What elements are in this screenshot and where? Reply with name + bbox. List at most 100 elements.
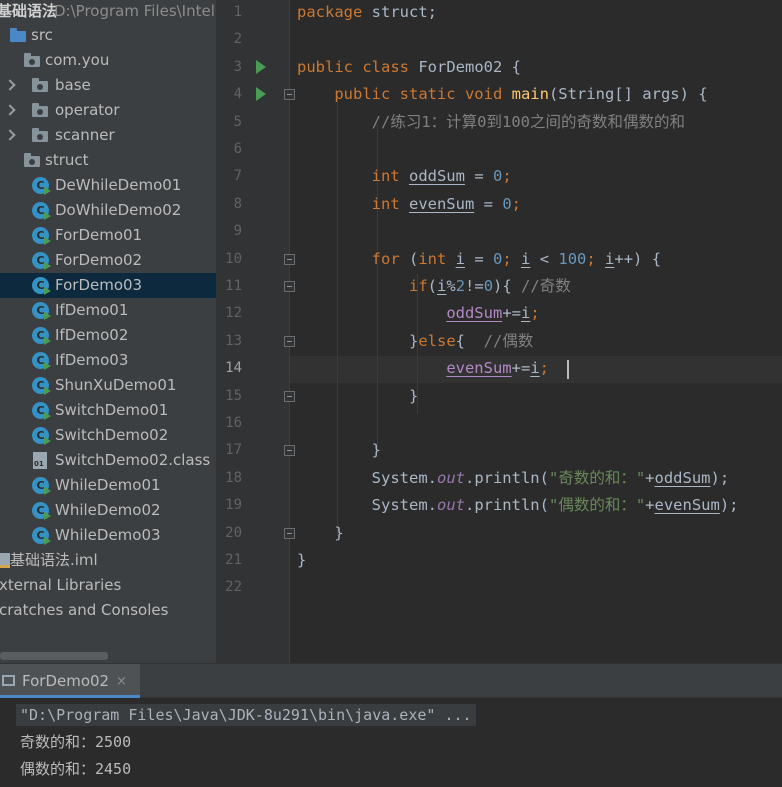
- tree-item-fordemo01[interactable]: C ForDemo01: [0, 223, 216, 248]
- editor-gutter: 1 2 3 4 5 6 7 8 9 10 11 12 13 14 15 16 17 18 19 20 21 22: [216, 0, 295, 663]
- line-number[interactable]: 12: [216, 300, 242, 327]
- line-number[interactable]: 15: [216, 383, 242, 410]
- tree-item-shunxudemo01[interactable]: C ShunXuDemo01: [0, 373, 216, 398]
- source-folder-icon: [10, 28, 26, 42]
- tree-item-cratches-and-consoles[interactable]: cratches and Consoles: [0, 598, 216, 623]
- line-number[interactable]: 20: [216, 520, 242, 547]
- line-number[interactable]: 14: [216, 355, 242, 382]
- tree-item-switchdemo01[interactable]: C SwitchDemo01: [0, 398, 216, 423]
- line-number[interactable]: 5: [216, 109, 242, 136]
- tree-item-xternal-libraries[interactable]: xternal Libraries: [0, 573, 216, 598]
- tree-item-label: IfDemo01: [55, 301, 129, 319]
- tree-item-switchdemo02-class[interactable]: 01 SwitchDemo02.class: [0, 448, 216, 473]
- code-token: oddSum: [446, 304, 503, 323]
- run-gutter-icon[interactable]: [256, 59, 266, 74]
- code-token: ++) {: [614, 249, 662, 268]
- line-number[interactable]: 2: [216, 26, 242, 53]
- tree-item-switchdemo02[interactable]: C SwitchDemo02: [0, 423, 216, 448]
- code-token: (: [427, 277, 437, 295]
- tree-item-fordemo02[interactable]: C ForDemo02: [0, 248, 216, 273]
- line-number[interactable]: 18: [216, 465, 242, 492]
- line-number[interactable]: 9: [216, 218, 242, 245]
- line-number[interactable]: 22: [216, 574, 242, 601]
- code-token: ForDemo02 {: [418, 57, 521, 76]
- code-line[interactable]: evenSum+=i;: [297, 355, 549, 382]
- tree-item-scanner[interactable]: scanner: [0, 123, 216, 148]
- tree-item-operator[interactable]: operator: [0, 98, 216, 123]
- code-token: ;: [539, 359, 549, 378]
- run-tab-label: ForDemo02: [22, 672, 110, 690]
- code-line[interactable]: }: [297, 383, 418, 410]
- code-token: ;: [530, 304, 540, 323]
- line-number[interactable]: 4: [216, 81, 242, 108]
- console-icon: [2, 675, 15, 686]
- project-header[interactable]: 基础语法 D:\Program Files\Intell: [0, 0, 216, 24]
- code-editor[interactable]: package struct; public class ForDemo02 { …: [290, 0, 782, 663]
- code-line[interactable]: }: [297, 437, 381, 464]
- code-line[interactable]: int evenSum = 0;: [297, 191, 521, 218]
- code-token: );: [719, 496, 739, 515]
- tree-item-fordemo03[interactable]: C ForDemo03: [0, 273, 216, 298]
- package-icon: [24, 153, 40, 167]
- code-line[interactable]: int oddSum = 0;: [297, 163, 512, 190]
- close-icon[interactable]: ×: [116, 674, 127, 689]
- code-token: out: [436, 496, 465, 515]
- code-line[interactable]: //练习1：计算0到100之间的奇数和偶数的和: [297, 109, 685, 136]
- line-number[interactable]: 1: [216, 0, 242, 26]
- code-line[interactable]: }else{ //偶数: [297, 328, 533, 355]
- code-line[interactable]: package struct;: [297, 0, 437, 26]
- code-token: int: [371, 194, 409, 213]
- code-token: out: [436, 468, 465, 487]
- chevron-right-icon[interactable]: [4, 79, 16, 91]
- code-token: +: [645, 468, 655, 487]
- line-number[interactable]: 19: [216, 492, 242, 519]
- line-number[interactable]: 7: [216, 163, 242, 190]
- tree-item-struct[interactable]: struct: [0, 148, 216, 173]
- package-dot: [37, 84, 43, 90]
- console-command-line[interactable]: "D:\Program Files\Java\JDK-8u291\bin\jav…: [16, 704, 476, 726]
- line-number[interactable]: 3: [216, 54, 242, 81]
- line-number[interactable]: 6: [216, 136, 242, 163]
- code-line[interactable]: }: [297, 520, 343, 547]
- run-tab-fordemo02[interactable]: ForDemo02 ×: [0, 664, 140, 698]
- tree-item-ifdemo02[interactable]: C IfDemo02: [0, 323, 216, 348]
- code-line[interactable]: System.out.println("偶数的和："+evenSum);: [297, 492, 739, 519]
- line-number[interactable]: 10: [216, 246, 242, 273]
- chevron-right-icon[interactable]: [4, 104, 16, 116]
- tree-item-dewhiledemo01[interactable]: C DeWhileDemo01: [0, 173, 216, 198]
- code-line[interactable]: }: [297, 547, 306, 574]
- code-line[interactable]: oddSum+=i;: [297, 300, 540, 327]
- tree-item-iml[interactable]: 基础语法.iml: [0, 548, 216, 573]
- line-number[interactable]: 21: [216, 547, 242, 574]
- line-number[interactable]: 17: [216, 437, 242, 464]
- code-line[interactable]: System.out.println("奇数的和："+oddSum);: [297, 465, 730, 492]
- tree-item-whiledemo03[interactable]: C WhileDemo03: [0, 523, 216, 548]
- tree-item-base[interactable]: base: [0, 73, 216, 98]
- tree-horizontal-scrollbar[interactable]: [0, 652, 108, 660]
- tree-item-label: scanner: [55, 126, 115, 144]
- tree-item-com-you[interactable]: com.you: [0, 48, 216, 73]
- code-token: }: [297, 386, 419, 405]
- line-number[interactable]: 11: [216, 273, 242, 300]
- code-line[interactable]: public static void main(String[] args) {: [297, 81, 707, 108]
- tree-item-ifdemo01[interactable]: C IfDemo01: [0, 298, 216, 323]
- java-class-icon: C: [32, 377, 51, 395]
- line-number[interactable]: 13: [216, 328, 242, 355]
- tree-item-label: DeWhileDemo01: [55, 176, 182, 194]
- tree-item-src[interactable]: src: [0, 23, 216, 48]
- tree-item-ifdemo03[interactable]: C IfDemo03: [0, 348, 216, 373]
- java-class-icon: C: [32, 202, 51, 220]
- line-number[interactable]: 16: [216, 410, 242, 437]
- tree-item-whiledemo02[interactable]: C WhileDemo02: [0, 498, 216, 523]
- run-tab-bar: ForDemo02 ×: [0, 664, 782, 698]
- code-line[interactable]: public class ForDemo02 {: [297, 54, 521, 81]
- run-gutter-icon[interactable]: [256, 87, 266, 102]
- chevron-right-icon[interactable]: [4, 129, 16, 141]
- run-tool-window: ForDemo02 × "D:\Program Files\Java\JDK-8…: [0, 663, 782, 787]
- tree-item-dowhiledemo02[interactable]: C DoWhileDemo02: [0, 198, 216, 223]
- package-icon: [32, 78, 48, 92]
- line-number[interactable]: 8: [216, 191, 242, 218]
- code-line[interactable]: if(i%2!=0){ //奇数: [297, 273, 571, 300]
- tree-item-whiledemo01[interactable]: C WhileDemo01: [0, 473, 216, 498]
- code-line[interactable]: for (int i = 0; i < 100; i++) {: [297, 246, 661, 273]
